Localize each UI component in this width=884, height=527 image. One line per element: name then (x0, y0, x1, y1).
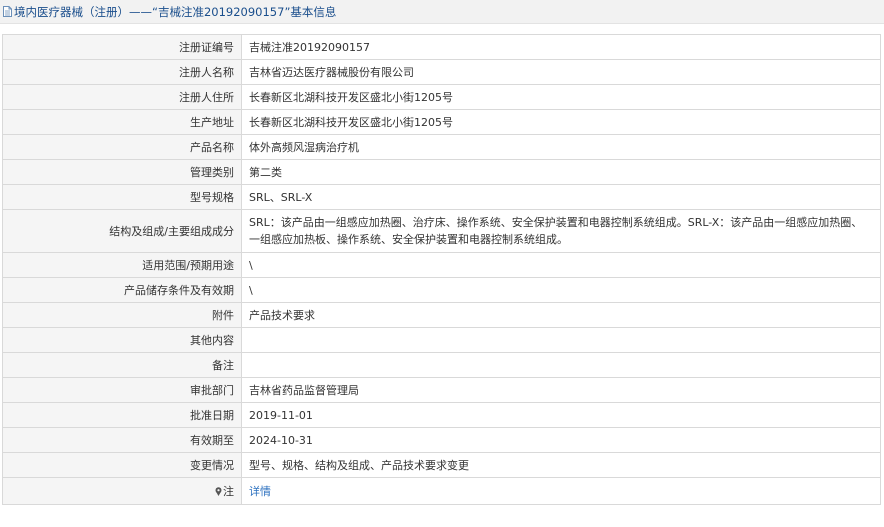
field-label: 生产地址 (2, 109, 242, 135)
table-row: 其他内容 (2, 327, 881, 353)
field-label: 注册人住所 (2, 84, 242, 110)
pin-icon (215, 486, 222, 496)
table-row: 审批部门 吉林省药品监督管理局 (2, 377, 881, 403)
details-link[interactable]: 详情 (249, 485, 271, 498)
document-icon (3, 6, 12, 17)
table-row: 变更情况 型号、规格、结构及组成、产品技术要求变更 (2, 452, 881, 478)
field-value: 2019-11-01 (241, 402, 881, 428)
info-table: 注册证编号 吉械注准20192090157 注册人名称 吉林省迈达医疗器械股份有… (2, 34, 881, 505)
table-row: 产品名称 体外高频风湿病治疗机 (2, 134, 881, 160)
field-label: 审批部门 (2, 377, 242, 403)
field-value: 体外高频风湿病治疗机 (241, 134, 881, 160)
field-label: 变更情况 (2, 452, 242, 478)
field-value (241, 327, 881, 353)
note-label-cell: 注 (2, 477, 242, 505)
field-label: 其他内容 (2, 327, 242, 353)
field-value: SRL、SRL-X (241, 184, 881, 210)
table-row: 注册证编号 吉械注准20192090157 (2, 34, 881, 60)
field-label: 适用范围/预期用途 (2, 252, 242, 278)
table-row: 批准日期 2019-11-01 (2, 402, 881, 428)
field-value: 型号、规格、结构及组成、产品技术要求变更 (241, 452, 881, 478)
field-value: 吉械注准20192090157 (241, 34, 881, 60)
page-header: 境内医疗器械（注册）——“吉械注准20192090157”基本信息 (0, 0, 884, 24)
page-title: 境内医疗器械（注册）——“吉械注准20192090157”基本信息 (14, 4, 337, 19)
field-value: 2024-10-31 (241, 427, 881, 453)
field-value: 吉林省迈达医疗器械股份有限公司 (241, 59, 881, 85)
field-label: 管理类别 (2, 159, 242, 185)
field-label: 结构及组成/主要组成成分 (2, 209, 242, 253)
field-value: 长春新区北湖科技开发区盛北小街1205号 (241, 109, 881, 135)
field-label: 型号规格 (2, 184, 242, 210)
field-label: 批准日期 (2, 402, 242, 428)
field-label: 注册人名称 (2, 59, 242, 85)
field-value: \ (241, 252, 881, 278)
field-label: 备注 (2, 352, 242, 378)
field-label: 注册证编号 (2, 34, 242, 60)
table-row: 注册人住所 长春新区北湖科技开发区盛北小街1205号 (2, 84, 881, 110)
field-value: 吉林省药品监督管理局 (241, 377, 881, 403)
table-row: 产品储存条件及有效期 \ (2, 277, 881, 303)
note-label: 注 (223, 484, 234, 498)
table-row: 适用范围/预期用途 \ (2, 252, 881, 278)
field-value: SRL：该产品由一组感应加热圈、治疗床、操作系统、安全保护装置和电器控制系统组成… (241, 209, 881, 253)
note-row: 注 详情 (2, 477, 881, 505)
table-row: 结构及组成/主要组成成分 SRL：该产品由一组感应加热圈、治疗床、操作系统、安全… (2, 209, 881, 253)
table-row: 附件 产品技术要求 (2, 302, 881, 328)
table-row: 备注 (2, 352, 881, 378)
note-value-cell: 详情 (241, 477, 881, 505)
field-label: 产品储存条件及有效期 (2, 277, 242, 303)
field-value (241, 352, 881, 378)
field-label: 附件 (2, 302, 242, 328)
table-row: 型号规格 SRL、SRL-X (2, 184, 881, 210)
table-row: 有效期至 2024-10-31 (2, 427, 881, 453)
table-row: 注册人名称 吉林省迈达医疗器械股份有限公司 (2, 59, 881, 85)
table-row: 管理类别 第二类 (2, 159, 881, 185)
field-value: 第二类 (241, 159, 881, 185)
field-value: 产品技术要求 (241, 302, 881, 328)
field-label: 产品名称 (2, 134, 242, 160)
field-value: \ (241, 277, 881, 303)
table-row: 生产地址 长春新区北湖科技开发区盛北小街1205号 (2, 109, 881, 135)
field-label: 有效期至 (2, 427, 242, 453)
field-value: 长春新区北湖科技开发区盛北小街1205号 (241, 84, 881, 110)
